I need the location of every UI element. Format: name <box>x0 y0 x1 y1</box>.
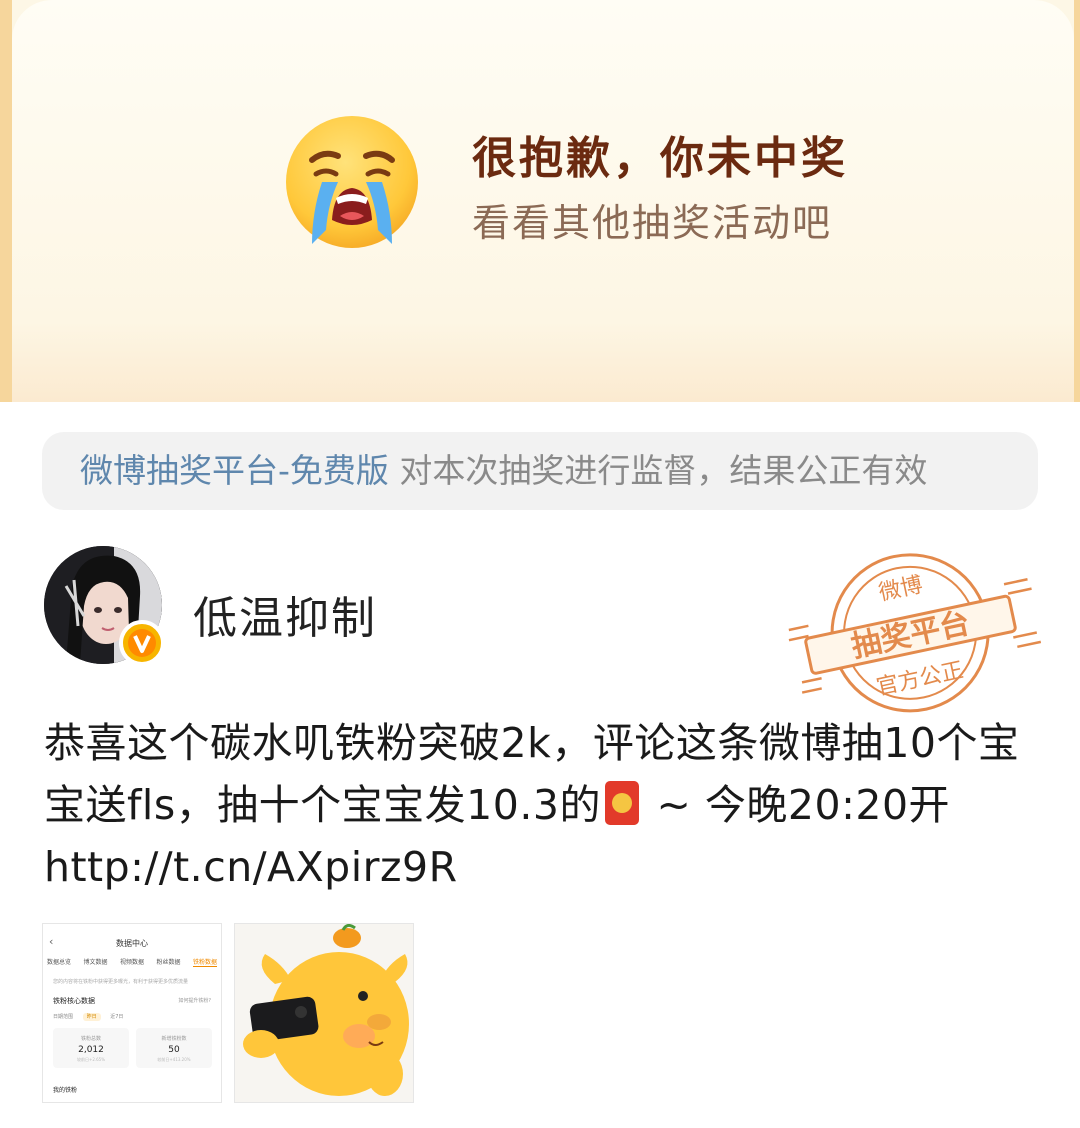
verified-v-icon <box>128 629 156 657</box>
thumb-tab: 博文数据 <box>83 959 108 966</box>
author-name[interactable]: 低温抑制 <box>193 582 377 646</box>
result-subtitle: 看看其他抽奖活动吧 <box>472 201 833 245</box>
thumb-range-option: 昨日 <box>82 1013 101 1021</box>
thumb-tabs: 数据总览 博文数据 视频数据 粉丝数据 铁粉数据 <box>47 957 217 967</box>
thumb-hint: 您的内容将在铁粉中获得更多曝光，有利于获得更多优质流量 <box>53 979 189 985</box>
lottery-result-card: 很抱歉，你未中奖 看看其他抽奖活动吧 <box>0 0 1080 402</box>
thumb-link: 如何提升铁粉? <box>178 998 211 1004</box>
thumb-stat-box: 铁粉总数 2,012 较前日+2.65% <box>53 1028 129 1068</box>
stat-label: 铁粉总数 <box>80 1036 101 1042</box>
stat-value: 50 <box>168 1045 180 1055</box>
thumb-range: 日期范围 昨日 近7日 <box>53 1013 131 1021</box>
result-card-inner: 很抱歉，你未中奖 看看其他抽奖活动吧 <box>12 0 1074 402</box>
stamp-line1: 微博 <box>877 573 925 607</box>
thumb-tab: 粉丝数据 <box>156 959 181 966</box>
thumb-section-title: 铁粉核心数据 <box>53 997 95 1005</box>
crying-face-icon <box>286 116 418 248</box>
result-title: 很抱歉，你未中奖 <box>472 133 848 184</box>
official-stamp-icon: 微博 抽奖平台 官方公正 <box>788 553 1042 713</box>
post-content: 恭喜这个碳水叽铁粉突破2k，评论这条微博抽10个宝宝送fls，抽十个宝宝发10.… <box>44 712 1054 898</box>
stat-compare: 较前日+2.65% <box>76 1057 106 1062</box>
post-link[interactable]: http://t.cn/AXpirz9R <box>44 843 458 891</box>
stat-label: 新增铁粉数 <box>161 1036 187 1042</box>
thumb-title: 数据中心 <box>116 939 148 948</box>
thumb-tab-active: 铁粉数据 <box>192 959 217 967</box>
thumb-range-option: 近7日 <box>110 1014 124 1020</box>
platform-link[interactable]: 微博抽奖平台-免费版 <box>80 451 389 490</box>
stat-value: 2,012 <box>78 1045 104 1055</box>
thumb-mine: 我的铁粉 <box>53 1087 78 1094</box>
thumb-range-label: 日期范围 <box>53 1014 74 1020</box>
stat-compare: 较前日+413.20% <box>157 1057 191 1062</box>
post-image-2[interactable] <box>234 923 414 1103</box>
thumb-stat-box: 新增铁粉数 50 较前日+413.20% <box>136 1028 212 1068</box>
post-text-time: ~ 今晚20:20开 <box>642 781 951 829</box>
thumb-tab: 视频数据 <box>119 959 144 966</box>
platform-notice: 微博抽奖平台-免费版 对本次抽奖进行监督，结果公正有效 <box>42 432 1038 510</box>
notice-text: 对本次抽奖进行监督，结果公正有效 <box>388 451 928 490</box>
stamp-line3: 官方公正 <box>874 658 965 701</box>
orange-dog-image <box>235 924 413 1102</box>
post-image-1[interactable]: ‹ 数据中心 数据总览 博文数据 视频数据 粉丝数据 铁粉数据 您的内容将在铁粉… <box>42 923 222 1103</box>
red-envelope-icon <box>604 781 639 825</box>
verified-badge <box>119 620 165 666</box>
thumb-tab: 数据总览 <box>47 959 72 966</box>
stamp-line2: 抽奖平台 <box>848 606 973 665</box>
